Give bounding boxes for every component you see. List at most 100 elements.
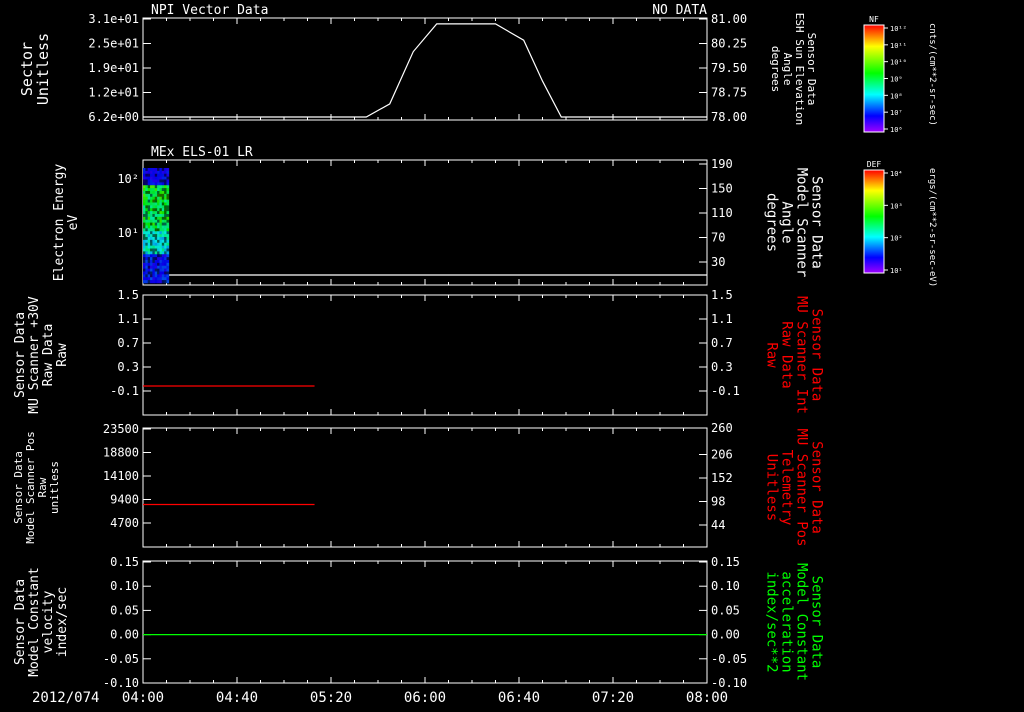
- spectrogram-cell: [147, 222, 151, 226]
- spectrogram-cell: [154, 208, 158, 212]
- spectrogram-cell: [145, 179, 148, 183]
- spectrogram-cell: [147, 225, 151, 229]
- colorbar-tick-label: 10¹¹: [890, 42, 907, 50]
- plot-canvas: NPI Vector Data NO DATA 3.1e+01 2.5e+01 1.9e…: [12, 3, 937, 706]
- spectrogram-cell: [166, 237, 170, 241]
- spectrogram-cell: [159, 277, 163, 281]
- panel-1: NPI Vector Data NO DATA 3.1e+01 2.5e+01 1.9e…: [18, 3, 818, 125]
- spectrogram-cell: [154, 251, 158, 255]
- colorbar-title: NF: [869, 15, 879, 24]
- spectrogram-cell: [166, 182, 170, 186]
- spectrogram-cell: [150, 239, 153, 244]
- colorbar-tick-label: 10³: [890, 202, 903, 210]
- spectrogram-cell: [154, 268, 158, 272]
- spectrogram-cell: [145, 237, 148, 241]
- spectrogram-cell: [150, 277, 153, 281]
- spectrogram-cell: [143, 228, 146, 232]
- spectrogram-cell: [164, 216, 167, 221]
- panel-frame: [142, 560, 708, 684]
- ytick-label-left: 1.9e+01: [88, 61, 139, 75]
- spectrogram-cell: [147, 173, 151, 177]
- spectrogram-cell: [159, 231, 163, 235]
- spectrogram-cell: [161, 257, 165, 261]
- spectrogram-cell: [150, 254, 153, 258]
- spectrogram-cell: [143, 199, 146, 203]
- spectrogram-cell: [154, 196, 158, 200]
- spectrogram-cell: [152, 257, 156, 261]
- spectrogram-cell: [161, 237, 165, 241]
- ytick-label-right: 80.25: [711, 37, 747, 51]
- spectrogram-cell: [143, 208, 146, 212]
- spectrogram-cell: [157, 257, 160, 261]
- ylabel-right: Sensor Data: [809, 176, 825, 269]
- spectrogram-cell: [150, 242, 153, 246]
- spectrogram-cell: [164, 168, 167, 172]
- spectrogram-cell: [150, 182, 153, 186]
- spectrogram-cell: [166, 228, 170, 232]
- spectrogram-cell: [143, 179, 146, 183]
- spectrogram-cell: [159, 268, 163, 272]
- spectrogram-cell: [161, 214, 165, 218]
- spectrogram-cell: [166, 268, 170, 272]
- spectrogram-cell: [161, 222, 165, 226]
- spectrogram-cell: [147, 239, 151, 244]
- spectrogram-cell: [150, 211, 153, 215]
- spectrogram-cell: [161, 188, 165, 192]
- spectrogram-cell: [154, 222, 158, 226]
- spectrogram-cell: [164, 277, 167, 281]
- spectrogram-cell: [150, 188, 153, 192]
- ylabel-left: Unitless: [34, 33, 52, 105]
- spectrogram-cell: [143, 271, 146, 275]
- ytick-label-left: 1.1: [117, 312, 139, 326]
- spectrogram-cell: [159, 228, 163, 232]
- spectrogram-cell: [159, 216, 163, 221]
- spectrogram-cell: [166, 225, 170, 229]
- spectrogram-cell: [159, 245, 163, 249]
- spectrogram-cell: [147, 219, 151, 223]
- ytick-label-right: -0.1: [711, 384, 740, 398]
- spectrogram: [143, 168, 170, 284]
- spectrogram-cell: [157, 274, 160, 278]
- colorbar-2: DEF 10⁴ 10³ 10² 10¹ ergs/(cm**2-sr-sec-eV): [863, 160, 937, 287]
- spectrogram-cell: [154, 225, 158, 229]
- spectrogram-cell: [154, 199, 158, 203]
- spectrogram-cell: [152, 216, 156, 221]
- spectrogram-cell: [166, 185, 170, 189]
- spectrogram-cell: [152, 188, 156, 192]
- spectrogram-cell: [145, 211, 148, 215]
- spectrogram-cell: [157, 193, 160, 198]
- spectrogram-cell: [143, 245, 146, 249]
- spectrogram-cell: [159, 280, 163, 284]
- spectrogram-cell: [164, 234, 167, 238]
- spectrogram-cell: [157, 225, 160, 229]
- time-tick-label: 07:20: [592, 690, 634, 706]
- ytick-label-right: 78.75: [711, 86, 747, 100]
- spectrogram-cell: [159, 274, 163, 278]
- spectrogram-cell: [164, 222, 167, 226]
- spectrogram-cell: [147, 277, 151, 281]
- spectrogram-cell: [145, 208, 148, 212]
- colorbar-tick-label: 10⁹: [890, 76, 903, 84]
- spectrogram-cell: [159, 196, 163, 200]
- ylabel-right: Sensor Data: [809, 309, 825, 402]
- spectrogram-cell: [157, 208, 160, 212]
- ytick-label-left: 0.10: [110, 579, 139, 593]
- spectrogram-cell: [152, 168, 156, 172]
- spectrogram-cell: [145, 170, 148, 175]
- spectrogram-cell: [145, 257, 148, 261]
- spectrogram-cell: [164, 271, 167, 275]
- spectrogram-cell: [147, 231, 151, 235]
- colorbar-tick-label: 10¹²: [890, 25, 907, 33]
- spectrogram-cell: [152, 191, 156, 195]
- spectrogram-cell: [154, 277, 158, 281]
- spectrogram-cell: [161, 280, 165, 284]
- spectrogram-cell: [145, 193, 148, 198]
- spectrogram-cell: [164, 173, 167, 177]
- spectrogram-cell: [152, 196, 156, 200]
- spectrogram-cell: [157, 234, 160, 238]
- spectrogram-cell: [157, 176, 160, 180]
- spectrogram-cell: [166, 222, 170, 226]
- ytick-label-right: 0.10: [711, 579, 740, 593]
- spectrogram-cell: [150, 228, 153, 232]
- ylabel-left: Sensor Data: [13, 579, 28, 665]
